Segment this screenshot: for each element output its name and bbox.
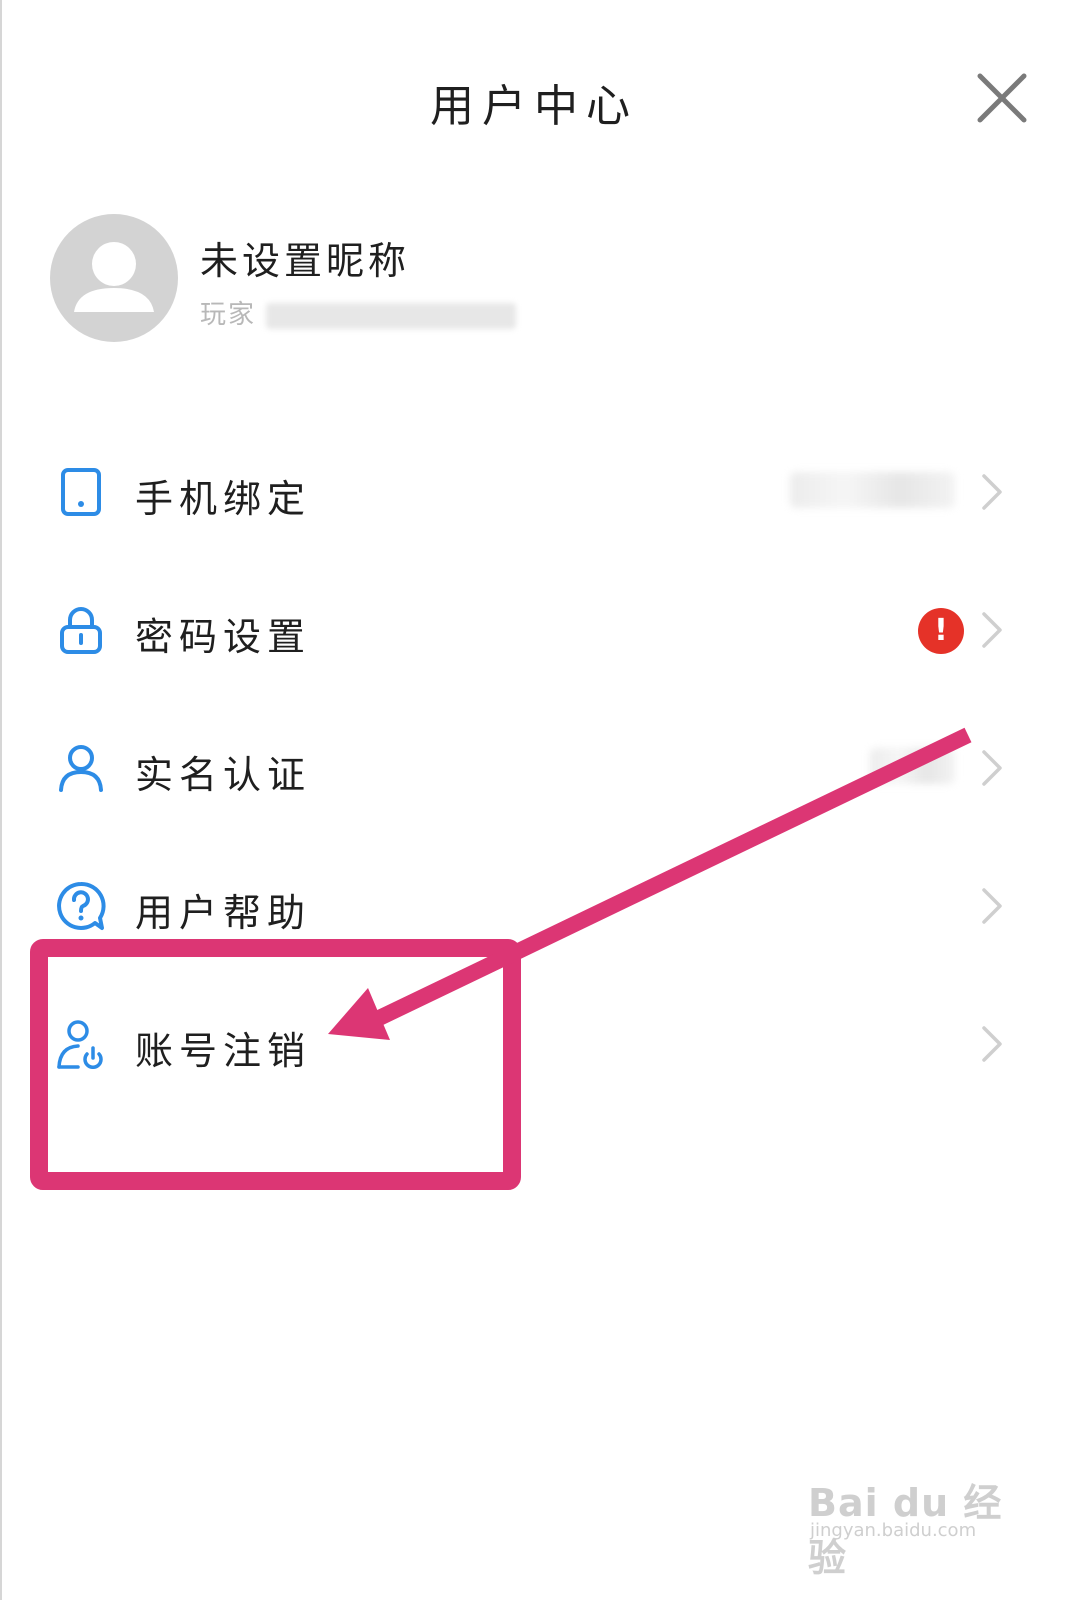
nickname: 未设置昵称 (200, 239, 411, 283)
default-avatar-icon (50, 214, 178, 342)
chevron-right-icon (982, 750, 1002, 786)
chevron-right-icon (982, 888, 1002, 924)
menu-item-user-help[interactable]: 用户帮助 (0, 856, 1068, 956)
watermark-url: jingyan.baidu.com (810, 1520, 977, 1541)
menu-item-account-cancellation[interactable]: 账号注销 (0, 994, 1068, 1094)
phone-icon (61, 468, 101, 516)
menu-item-label: 账号注销 (135, 1029, 312, 1073)
watermark: Bai du 经验 jingyan.baidu.com (808, 1462, 1008, 1580)
menu-item-label: 用户帮助 (135, 891, 312, 935)
lock-icon (60, 607, 102, 654)
person-icon (59, 745, 103, 792)
page-title: 用户中心 (430, 81, 638, 132)
menu-item-label: 手机绑定 (135, 477, 312, 521)
profile-card[interactable]: 未设置昵称 玩家 (50, 214, 650, 344)
alert-badge: ! (918, 608, 964, 654)
menu-item-label: 实名认证 (135, 753, 312, 797)
real-name-masked (870, 748, 955, 784)
menu-item-real-name-verification[interactable]: 实名认证 (0, 718, 1068, 818)
phone-number-masked (790, 472, 955, 508)
chevron-right-icon (982, 474, 1002, 510)
close-icon (977, 73, 1027, 123)
help-icon (57, 881, 106, 930)
menu-item-phone-binding[interactable]: 手机绑定 (0, 442, 1068, 542)
chevron-right-icon (982, 612, 1002, 648)
chevron-right-icon (982, 1026, 1002, 1062)
account-id: 玩家 (200, 294, 517, 331)
menu-item-password-settings[interactable]: 密码设置 ! (0, 580, 1068, 680)
account-id-masked (266, 302, 517, 329)
account-id-prefix: 玩家 (200, 300, 257, 330)
menu-item-label: 密码设置 (135, 615, 312, 659)
close-button[interactable] (974, 70, 1030, 126)
account-logout-icon (57, 1020, 103, 1069)
